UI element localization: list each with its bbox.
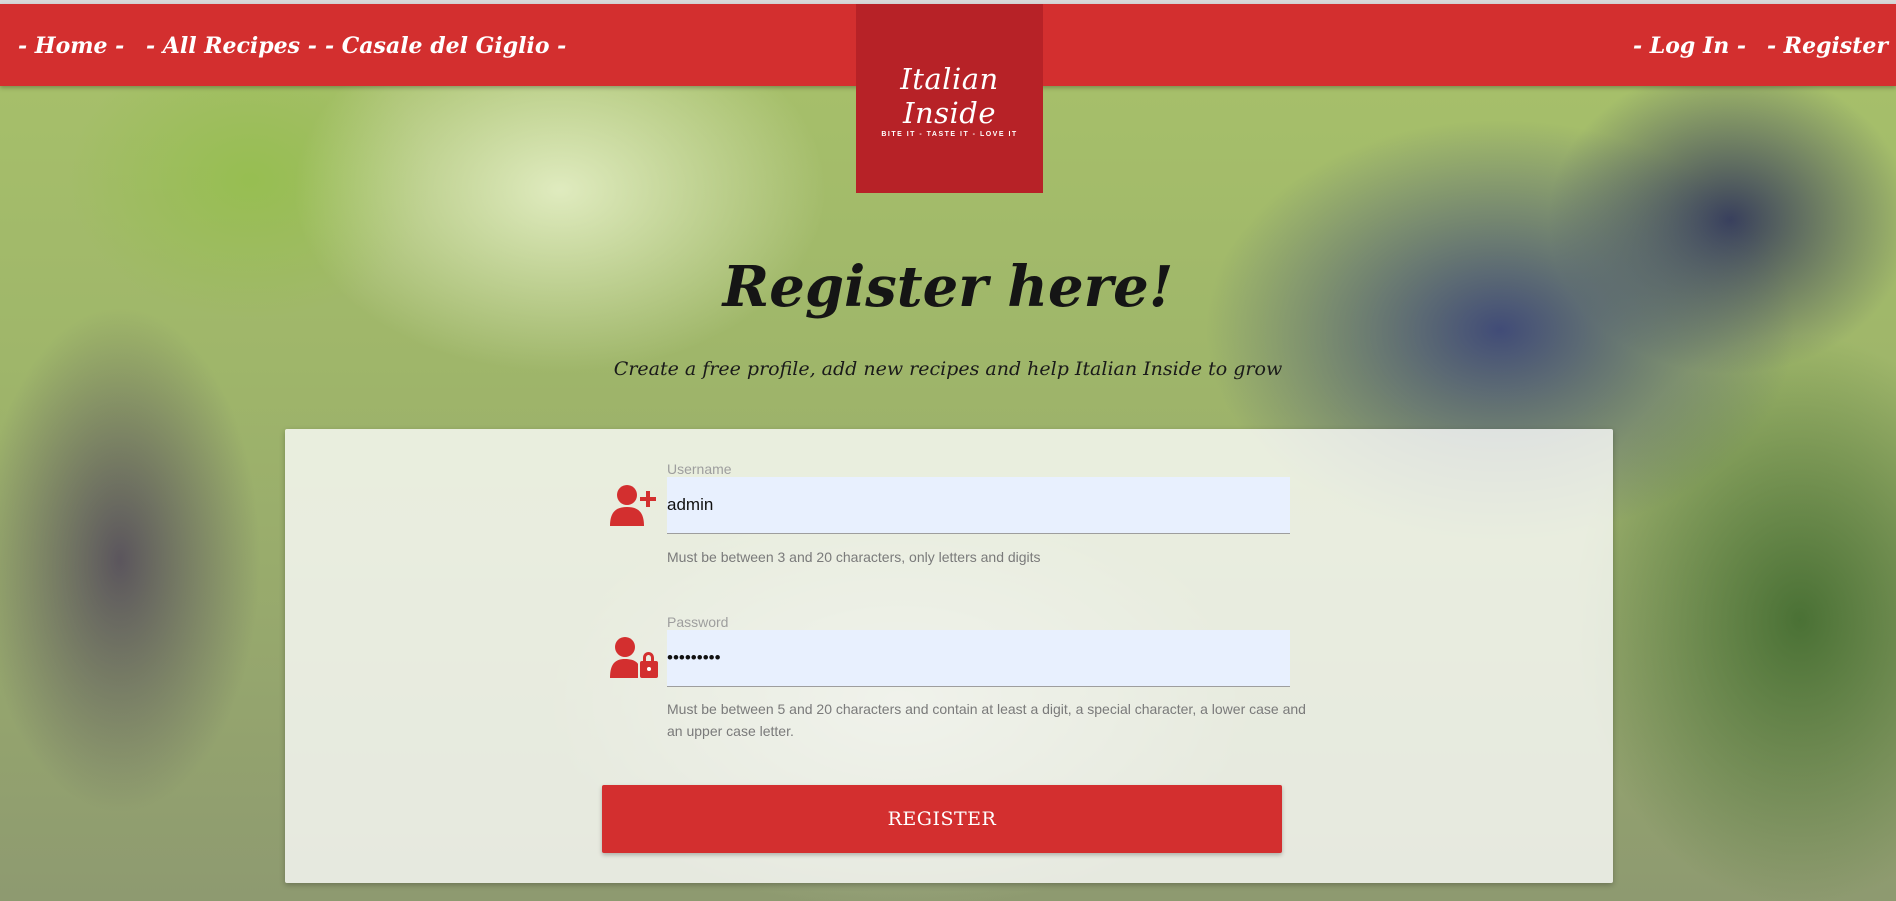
nav-all-recipes-link[interactable]: - All Recipes - [146,32,317,60]
nav-casale-del-giglio-link[interactable]: - Casale del Giglio - [325,32,566,60]
password-help-text: Must be between 5 and 20 characters and … [667,701,1306,739]
page-title: Register here! [722,254,1174,320]
logo-tagline: BITE IT - TASTE IT - LOVE IT [881,131,1018,138]
nav-login-link[interactable]: - Log In - [1633,32,1746,60]
user-plus-icon [610,485,656,526]
nav-home-link[interactable]: - Home - [18,32,124,60]
password-input[interactable] [667,630,1290,687]
username-input[interactable] [667,477,1290,534]
register-button[interactable]: REGISTER [602,785,1282,853]
username-label: Username [667,461,732,477]
user-lock-icon [610,637,658,678]
nav-register-link[interactable]: - Register - [1767,32,1896,60]
logo-name: Italian Inside [900,62,999,130]
brand-logo[interactable]: Italian Inside BITE IT - TASTE IT - LOVE… [856,4,1043,193]
page-subtitle: Create a free profile, add new recipes a… [613,358,1283,380]
username-help-text: Must be between 3 and 20 characters, onl… [667,549,1041,565]
password-label: Password [667,614,729,630]
